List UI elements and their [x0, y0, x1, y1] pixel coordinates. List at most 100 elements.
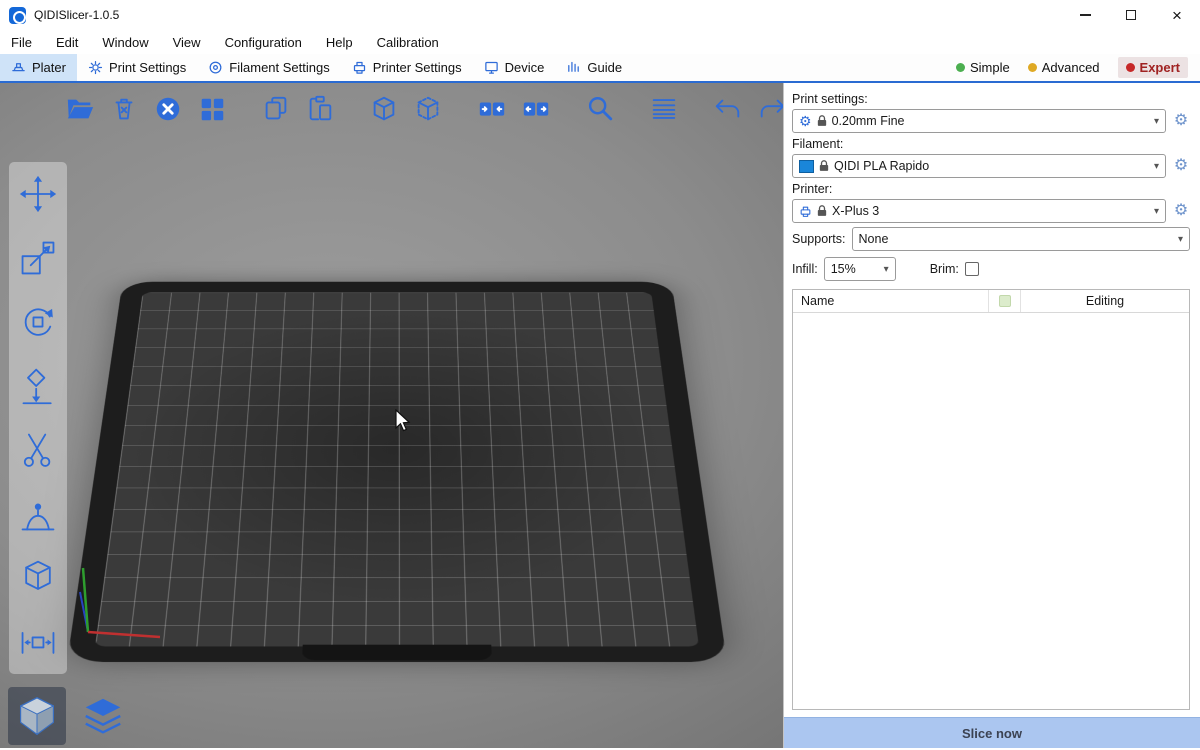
- copy-button[interactable]: [258, 89, 293, 129]
- chevron-down-icon: ▾: [1154, 116, 1159, 127]
- brim-checkbox[interactable]: [965, 262, 979, 276]
- tab-print-settings[interactable]: Print Settings: [77, 54, 197, 81]
- axes-indicator-icon: [60, 560, 180, 655]
- print-settings-combo[interactable]: ⚙ 0.20mm Fine ▾: [792, 109, 1166, 133]
- measure-gizmo-button[interactable]: [16, 620, 60, 664]
- close-icon: ×: [1172, 7, 1182, 24]
- object-list[interactable]: Name Editing: [792, 289, 1190, 710]
- simple-mode-dot-icon: [956, 63, 965, 72]
- open-folder-icon: [65, 94, 95, 124]
- delete-icon: [109, 94, 139, 124]
- plater-tab-icon: [11, 60, 26, 75]
- chevron-down-icon: ▾: [1154, 206, 1159, 217]
- column-extruder[interactable]: [989, 290, 1021, 312]
- rotate-gizmo-button[interactable]: [16, 300, 60, 344]
- tab-printer-settings-label: Printer Settings: [373, 60, 462, 75]
- minimize-button[interactable]: [1062, 0, 1108, 30]
- maximize-button[interactable]: [1108, 0, 1154, 30]
- object-list-header: Name Editing: [793, 290, 1189, 313]
- delete-all-icon: [153, 94, 183, 124]
- print-settings-gear-button[interactable]: ⚙: [1172, 113, 1190, 129]
- rotate-icon: [18, 302, 58, 342]
- scale-gizmo-button[interactable]: [16, 236, 60, 280]
- tabbar: Plater Print Settings Filament Settings …: [0, 54, 1200, 83]
- open-button[interactable]: [62, 89, 97, 129]
- filament-color-swatch: [799, 160, 814, 173]
- split-to-objects-icon: [477, 94, 507, 124]
- filament-gear-button[interactable]: ⚙: [1172, 158, 1190, 174]
- tab-filament-settings[interactable]: Filament Settings: [197, 54, 340, 81]
- arrange-button[interactable]: [194, 89, 229, 129]
- support-paint-gizmo-button[interactable]: [16, 492, 60, 536]
- slice-now-button[interactable]: Slice now: [784, 717, 1200, 748]
- tab-guide[interactable]: Guide: [555, 54, 633, 81]
- add-instance-icon: [369, 94, 399, 124]
- place-on-face-icon: [18, 366, 58, 406]
- app-icon: [9, 7, 26, 24]
- move-gizmo-button[interactable]: [16, 172, 60, 216]
- menu-file[interactable]: File: [11, 35, 32, 50]
- mode-simple[interactable]: Simple: [956, 60, 1010, 75]
- redo-icon: [757, 94, 784, 124]
- menu-window[interactable]: Window: [102, 35, 148, 50]
- cut-gizmo-button[interactable]: [16, 428, 60, 472]
- layers-view-icon: [80, 693, 126, 739]
- menu-help[interactable]: Help: [326, 35, 353, 50]
- printer-combo[interactable]: X-Plus 3 ▾: [792, 199, 1166, 223]
- infill-value: 15%: [831, 262, 856, 276]
- menu-calibration[interactable]: Calibration: [377, 35, 439, 50]
- mode-expert[interactable]: Expert: [1118, 57, 1188, 78]
- search-button[interactable]: [582, 89, 617, 129]
- minimize-icon: [1080, 14, 1091, 16]
- paste-button[interactable]: [302, 89, 337, 129]
- close-button[interactable]: ×: [1154, 0, 1200, 30]
- menubar: File Edit Window View Configuration Help…: [0, 30, 1200, 54]
- print-profile-icon: ⚙: [799, 114, 812, 128]
- seam-cube-icon: [18, 558, 58, 598]
- layers-view-button[interactable]: [74, 687, 132, 745]
- tab-plater-label: Plater: [32, 60, 66, 75]
- guide-tab-icon: [566, 60, 581, 75]
- printer-icon: [799, 205, 812, 218]
- filament-settings-tab-icon: [208, 60, 223, 75]
- menu-configuration[interactable]: Configuration: [225, 35, 302, 50]
- 3d-view-button[interactable]: [8, 687, 66, 745]
- infill-combo[interactable]: 15% ▾: [824, 257, 896, 281]
- add-instance-button[interactable]: [366, 89, 401, 129]
- printer-gear-button[interactable]: ⚙: [1172, 203, 1190, 219]
- tab-device[interactable]: Device: [473, 54, 556, 81]
- bed-grid: [95, 293, 699, 647]
- print-settings-label: Print settings:: [792, 92, 1190, 106]
- filament-value: QIDI PLA Rapido: [834, 159, 929, 173]
- split-parts-button[interactable]: [518, 89, 553, 129]
- filament-combo[interactable]: QIDI PLA Rapido ▾: [792, 154, 1166, 178]
- device-tab-icon: [484, 60, 499, 75]
- delete-all-button[interactable]: [150, 89, 185, 129]
- delete-button[interactable]: [106, 89, 141, 129]
- variable-layer-height-button[interactable]: [646, 89, 681, 129]
- gizmo-toolbar: [9, 162, 67, 674]
- tab-printer-settings[interactable]: Printer Settings: [341, 54, 473, 81]
- column-editing[interactable]: Editing: [1021, 290, 1189, 312]
- window-controls: ×: [1062, 0, 1200, 30]
- seam-gizmo-button[interactable]: [16, 556, 60, 600]
- redo-button[interactable]: [754, 89, 783, 129]
- search-icon: [585, 94, 615, 124]
- supports-combo[interactable]: None ▾: [852, 227, 1190, 251]
- mode-advanced[interactable]: Advanced: [1028, 60, 1100, 75]
- brim-label: Brim:: [930, 262, 959, 276]
- split-objects-button[interactable]: [474, 89, 509, 129]
- place-on-face-gizmo-button[interactable]: [16, 364, 60, 408]
- menu-edit[interactable]: Edit: [56, 35, 78, 50]
- column-name[interactable]: Name: [793, 290, 989, 312]
- chevron-down-icon: ▾: [1178, 234, 1183, 245]
- remove-instance-button[interactable]: [410, 89, 445, 129]
- menu-view[interactable]: View: [173, 35, 201, 50]
- cut-scissors-icon: [18, 430, 58, 470]
- split-to-parts-icon: [521, 94, 551, 124]
- undo-button[interactable]: [710, 89, 745, 129]
- advanced-mode-dot-icon: [1028, 63, 1037, 72]
- 3d-viewport[interactable]: [0, 83, 783, 748]
- tab-plater[interactable]: Plater: [0, 54, 77, 81]
- filament-label: Filament:: [792, 137, 1190, 151]
